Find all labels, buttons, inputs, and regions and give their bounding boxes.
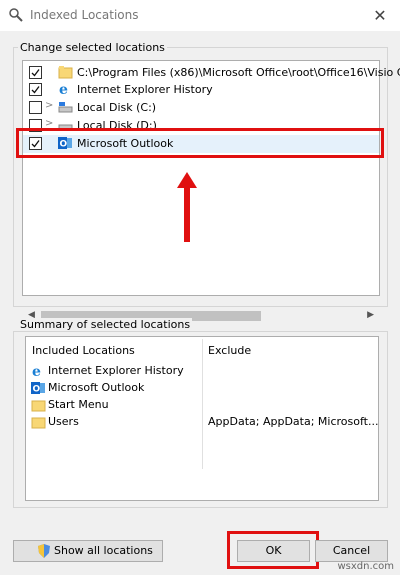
highlight-box xyxy=(16,128,384,158)
internet-explorer-icon: e xyxy=(57,81,73,98)
title-bar: Indexed Locations ✕ xyxy=(0,0,400,31)
summary-row-label: Users xyxy=(48,415,79,428)
folder-icon xyxy=(30,414,46,433)
change-locations-label: Change selected locations xyxy=(18,41,167,54)
show-all-locations-label: Show all locations xyxy=(54,544,153,557)
summary-row-exclude: AppData; AppData; Microsoft... xyxy=(208,415,379,428)
checkbox-unchecked[interactable] xyxy=(29,101,42,114)
tree-row-label: Internet Explorer History xyxy=(77,83,213,96)
checkbox-checked[interactable] xyxy=(29,66,42,79)
exclude-header: Exclude xyxy=(208,344,252,357)
summary-row: e Internet Explorer History xyxy=(30,363,370,380)
summary-row-label: Start Menu xyxy=(48,398,109,411)
folder-icon xyxy=(57,64,73,80)
tree-row-label: C:\Program Files (x86)\Microsoft Office\… xyxy=(77,66,400,79)
cancel-label: Cancel xyxy=(332,544,371,557)
cancel-button[interactable]: Cancel xyxy=(315,540,388,562)
tree-row-visio-folder[interactable]: C:\Program Files (x86)\Microsoft Office\… xyxy=(23,64,400,82)
summary-row-label: Internet Explorer History xyxy=(48,364,184,377)
window-title: Indexed Locations xyxy=(30,8,139,22)
annotation-arrow-icon xyxy=(177,172,197,242)
tree-row-ie-history[interactable]: e Internet Explorer History xyxy=(23,81,379,99)
summary-row-label: Microsoft Outlook xyxy=(48,381,145,394)
tree-row-local-disk-c[interactable]: > Local Disk (C:) xyxy=(23,99,379,117)
local-disk-icon xyxy=(57,99,73,115)
summary-list: Included Locations Exclude e Internet Ex… xyxy=(25,336,379,501)
show-all-locations-button[interactable]: Show all locations xyxy=(13,540,163,562)
summary-label: Summary of selected locations xyxy=(18,318,193,331)
tree-row-label: Local Disk (C:) xyxy=(77,101,157,114)
chevron-right-icon[interactable]: > xyxy=(45,100,53,111)
summary-row: O Microsoft Outlook xyxy=(30,380,370,397)
summary-row: Users AppData; AppData; Microsoft... xyxy=(30,414,378,433)
locations-tree[interactable]: C:\Program Files (x86)\Microsoft Office\… xyxy=(22,60,400,324)
svg-text:e: e xyxy=(32,364,41,379)
watermark: wsxdn.com xyxy=(337,561,394,572)
close-button[interactable]: ✕ xyxy=(360,0,400,31)
checkbox-checked[interactable] xyxy=(29,83,42,96)
svg-text:O: O xyxy=(33,385,41,395)
indexing-options-icon xyxy=(8,7,24,23)
summary-row: Start Menu xyxy=(30,397,370,414)
shield-icon xyxy=(36,543,52,566)
scroll-right-icon[interactable]: ▶ xyxy=(367,310,374,320)
svg-text:e: e xyxy=(59,82,68,97)
included-locations-header: Included Locations xyxy=(32,344,135,357)
ok-highlight-box xyxy=(227,531,319,569)
